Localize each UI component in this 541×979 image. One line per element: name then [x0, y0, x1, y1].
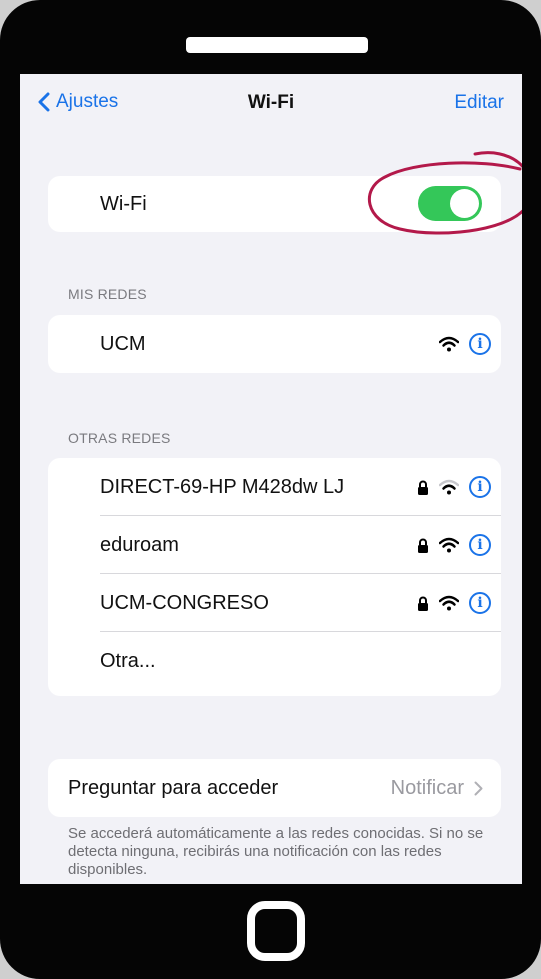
network-icons: i — [417, 516, 491, 574]
network-row-direct[interactable]: DIRECT-69-HP M428dw LJ i — [48, 458, 501, 516]
ask-to-join-value-group: Notificar — [391, 759, 483, 817]
footer-description: Se accederá automáticamente a las redes … — [68, 825, 484, 878]
wifi-label: Wi-Fi — [100, 192, 147, 215]
ask-to-join-label: Preguntar para acceder — [68, 776, 279, 799]
network-icons: i — [417, 574, 491, 632]
network-row-eduroam[interactable]: eduroam i — [48, 516, 501, 574]
phone-frame: Ajustes Wi-Fi Editar Wi-Fi MIS REDES UCM — [0, 0, 541, 979]
network-row-other[interactable]: Otra... — [48, 632, 501, 690]
network-icons: i — [417, 458, 491, 516]
wifi-toggle-row: Wi-Fi — [48, 176, 501, 232]
info-icon[interactable]: i — [469, 333, 491, 355]
wifi-signal-icon — [439, 595, 459, 611]
lock-icon — [418, 538, 428, 553]
my-networks-card: UCM i — [48, 315, 501, 373]
speaker-slot — [186, 37, 368, 53]
other-networks-header: OTRAS REDES — [68, 430, 171, 446]
wifi-signal-icon — [439, 537, 459, 553]
network-name: UCM — [100, 332, 146, 355]
network-row-ucm[interactable]: UCM i — [48, 315, 501, 373]
lock-icon — [418, 596, 428, 611]
network-name: DIRECT-69-HP M428dw LJ — [100, 475, 345, 498]
network-name: Otra... — [100, 649, 156, 672]
toggle-knob — [450, 189, 479, 218]
screen: Ajustes Wi-Fi Editar Wi-Fi MIS REDES UCM — [20, 74, 522, 884]
info-icon[interactable]: i — [469, 534, 491, 556]
edit-button[interactable]: Editar — [454, 92, 504, 114]
network-name: eduroam — [100, 533, 179, 556]
ask-to-join-card: Preguntar para acceder Notificar — [48, 759, 501, 817]
info-icon[interactable]: i — [469, 476, 491, 498]
my-networks-header: MIS REDES — [68, 286, 147, 302]
wifi-signal-icon — [439, 336, 459, 352]
ask-to-join-value: Notificar — [390, 776, 464, 799]
page-title: Wi-Fi — [247, 92, 295, 113]
ask-to-join-row[interactable]: Preguntar para acceder Notificar — [48, 759, 501, 817]
network-icons: i — [439, 315, 491, 373]
wifi-signal-weak-icon — [439, 479, 459, 495]
wifi-toggle-switch[interactable] — [418, 186, 482, 221]
lock-icon — [418, 480, 428, 495]
info-icon[interactable]: i — [469, 592, 491, 614]
network-row-ucm-congreso[interactable]: UCM-CONGRESO i — [48, 574, 501, 632]
other-networks-card: DIRECT-69-HP M428dw LJ i eduroam i UCM-C… — [48, 458, 501, 696]
home-button[interactable] — [247, 901, 305, 961]
network-name: UCM-CONGRESO — [100, 591, 269, 614]
chevron-right-icon — [474, 781, 483, 795]
navigation-bar: Ajustes Wi-Fi Editar — [20, 74, 522, 134]
wifi-toggle-card: Wi-Fi — [48, 176, 501, 232]
